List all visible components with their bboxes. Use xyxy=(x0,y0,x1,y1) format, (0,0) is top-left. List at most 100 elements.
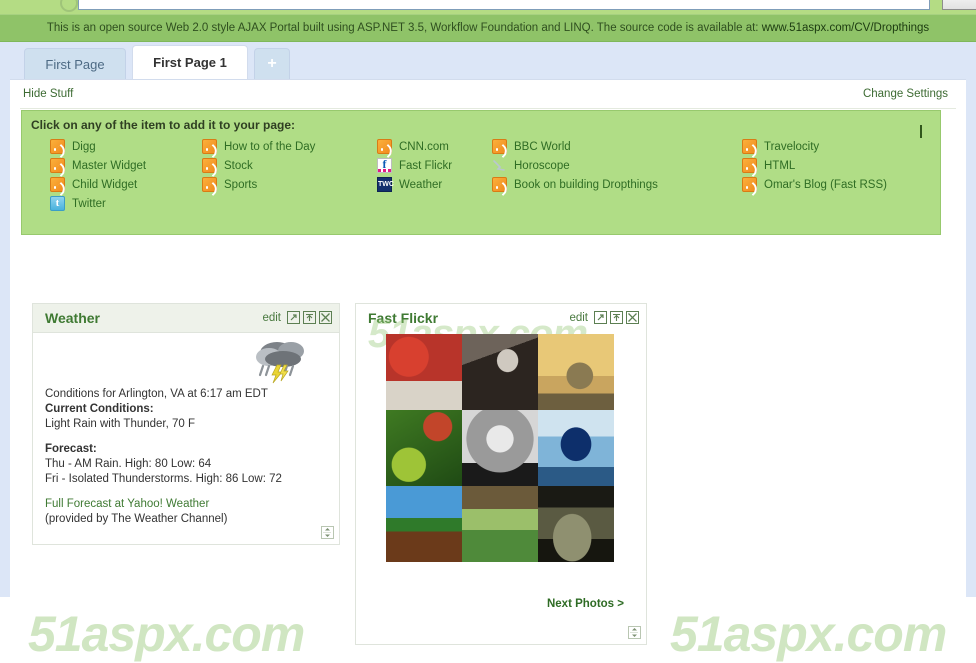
gallery-item-html[interactable]: HTML xyxy=(742,156,887,175)
fast-flickr-widget-tools: edit xyxy=(569,311,639,324)
hide-stuff-link[interactable]: Hide Stuff xyxy=(23,88,73,100)
photo-grid xyxy=(386,334,614,562)
rss-icon xyxy=(492,139,507,154)
rss-icon xyxy=(377,139,392,154)
gallery-item-master-widget[interactable]: Master Widget xyxy=(50,156,146,175)
text-caret xyxy=(920,125,922,138)
full-forecast-link[interactable]: Full Forecast at Yahoo! Weather xyxy=(45,497,327,512)
twitter-icon: t xyxy=(50,196,65,211)
rss-icon xyxy=(742,139,757,154)
photo-thumbnail[interactable] xyxy=(386,410,462,486)
weather-conditions-line: Conditions for Arlington, VA at 6:17 am … xyxy=(45,388,268,400)
weather-current-value: Light Rain with Thunder, 70 F xyxy=(45,418,196,430)
toolbar-divider xyxy=(20,108,956,109)
close-icon[interactable] xyxy=(319,311,332,324)
gallery-item-omars-blog[interactable]: Omar's Blog (Fast RSS) xyxy=(742,175,887,194)
gallery-item-label: Travelocity xyxy=(764,140,820,153)
gallery-item-label: HTML xyxy=(764,159,796,172)
rss-icon xyxy=(202,158,217,173)
gallery-item-digg[interactable]: Digg xyxy=(50,137,146,156)
info-banner-link[interactable]: www.51aspx.com/CV/Dropthings xyxy=(762,22,929,34)
weather-current-heading: Current Conditions: xyxy=(45,403,154,415)
gallery-item-label: How to of the Day xyxy=(224,140,316,153)
tab-first-page[interactable]: First Page xyxy=(24,48,126,79)
tab-first-page-1[interactable]: First Page 1 xyxy=(132,45,248,79)
info-banner: This is an open source Web 2.0 style AJA… xyxy=(0,14,976,42)
gallery-item-stock[interactable]: Stock xyxy=(202,156,315,175)
weather-forecast-line: Thu - AM Rain. High: 80 Low: 64 xyxy=(45,458,212,470)
photo-thumbnail[interactable] xyxy=(538,334,614,410)
gallery-column: Digg Master Widget Child Widget t Twitte… xyxy=(50,137,146,213)
rss-icon xyxy=(202,139,217,154)
gallery-item-how-to-of-the-day[interactable]: How to of the Day xyxy=(202,137,315,156)
page-right-gutter xyxy=(966,42,976,597)
rss-icon xyxy=(202,177,217,192)
gallery-item-bbc-world[interactable]: BBC World xyxy=(492,137,658,156)
collapse-icon[interactable] xyxy=(610,311,623,324)
gallery-item-book-on-building-dropthings[interactable]: Book on building Dropthings xyxy=(492,175,658,194)
weather-provider-note: (provided by The Weather Channel) xyxy=(45,513,228,525)
gallery-item-label: CNN.com xyxy=(399,140,449,153)
photo-thumbnail[interactable] xyxy=(462,486,538,562)
plus-icon: + xyxy=(267,54,277,72)
page-left-gutter xyxy=(0,42,10,597)
loading-spinner-icon xyxy=(60,0,78,12)
portal-page: First Page First Page 1 + Hide Stuff Cha… xyxy=(0,42,976,662)
gallery-item-label: Weather xyxy=(399,178,443,191)
photo-thumbnail[interactable] xyxy=(386,486,462,562)
add-tab-button[interactable]: + xyxy=(254,48,290,79)
photo-thumbnail[interactable] xyxy=(462,334,538,410)
photo-thumbnail[interactable] xyxy=(538,410,614,486)
resize-grip-icon[interactable] xyxy=(321,526,334,539)
gallery-item-travelocity[interactable]: Travelocity xyxy=(742,137,887,156)
watermark: 51aspx.com xyxy=(670,606,947,662)
gallery-item-label: Master Widget xyxy=(72,159,147,172)
photo-thumbnail[interactable] xyxy=(538,486,614,562)
weather-widget-title: Weather xyxy=(45,310,100,326)
rss-icon xyxy=(492,177,507,192)
weather-widget-tools: edit xyxy=(262,311,332,324)
weather-forecast-line: Fri - Isolated Thunderstorms. High: 86 L… xyxy=(45,473,282,485)
thunderstorm-rain-icon xyxy=(253,335,311,385)
rss-icon xyxy=(50,139,65,154)
weather-widget-header: Weather edit xyxy=(33,304,339,333)
gallery-item-label: Stock xyxy=(224,159,253,172)
change-settings-link[interactable]: Change Settings xyxy=(863,88,948,100)
gallery-item-weather[interactable]: TWC Weather xyxy=(377,175,452,194)
search-button[interactable] xyxy=(942,0,976,10)
widget-gallery-title: Click on any of the item to add it to yo… xyxy=(31,118,296,132)
weather-forecast-heading: Forecast: xyxy=(45,443,97,455)
gallery-item-label: BBC World xyxy=(514,140,571,153)
gallery-column: Travelocity HTML Omar's Blog (Fast RSS) xyxy=(742,137,887,194)
tab-label: First Page xyxy=(45,56,105,72)
restore-icon[interactable] xyxy=(287,311,300,324)
search-input[interactable] xyxy=(78,0,930,10)
rss-icon xyxy=(742,177,757,192)
resize-grip-icon[interactable] xyxy=(628,626,641,639)
rss-icon xyxy=(50,158,65,173)
gallery-column: CNN.com f Fast Flickr TWC Weather xyxy=(377,137,452,194)
gallery-item-sports[interactable]: Sports xyxy=(202,175,315,194)
gallery-item-fast-flickr[interactable]: f Fast Flickr xyxy=(377,156,452,175)
gallery-item-child-widget[interactable]: Child Widget xyxy=(50,175,146,194)
next-photos-link[interactable]: Next Photos > xyxy=(547,598,624,610)
tab-bar: First Page First Page 1 + xyxy=(0,42,976,79)
restore-icon[interactable] xyxy=(594,311,607,324)
fast-flickr-widget-header: Fast Flickr edit xyxy=(356,304,646,333)
fast-flickr-widget: Fast Flickr edit 51aspx.com xyxy=(355,303,647,645)
info-banner-message: This is an open source Web 2.0 style AJA… xyxy=(46,22,762,34)
close-icon[interactable] xyxy=(626,311,639,324)
gallery-item-horoscope[interactable]: Horoscope xyxy=(492,156,658,175)
collapse-icon[interactable] xyxy=(303,311,316,324)
twc-icon: TWC xyxy=(377,177,394,192)
gallery-item-cnn[interactable]: CNN.com xyxy=(377,137,452,156)
fast-flickr-widget-title: Fast Flickr xyxy=(368,310,439,326)
photo-thumbnail[interactable] xyxy=(386,334,462,410)
gallery-item-label: Book on building Dropthings xyxy=(514,178,658,191)
gallery-column: How to of the Day Stock Sports xyxy=(202,137,315,194)
photo-thumbnail[interactable] xyxy=(462,410,538,486)
edit-link[interactable]: edit xyxy=(569,312,588,324)
gallery-item-twitter[interactable]: t Twitter xyxy=(50,194,146,213)
page-toolbar: Hide Stuff Change Settings xyxy=(10,88,966,110)
edit-link[interactable]: edit xyxy=(262,312,281,324)
